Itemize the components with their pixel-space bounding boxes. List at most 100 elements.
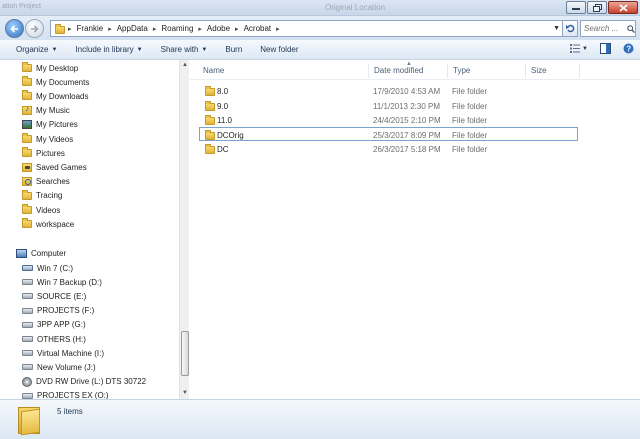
back-arrow-icon [10,24,18,33]
nav-item-label: Win 7 (C:) [37,263,73,273]
folder-icon [205,144,215,154]
sidebar-item-drive-virtual-machine-i[interactable]: Virtual Machine (I:) [22,346,104,360]
breadcrumb-separator[interactable]: ▸ [273,25,283,33]
file-type: File folder [452,116,488,125]
sidebar-item-my-documents[interactable]: My Documents [22,75,89,89]
breadcrumb-adobe[interactable]: Adobe [205,24,232,33]
breadcrumb-appdata[interactable]: AppData [115,24,150,33]
nav-item-label: My Downloads [36,91,89,101]
file-name: 9.0 [217,101,229,111]
column-divider[interactable] [368,64,369,78]
refresh-button[interactable] [563,20,578,37]
navigation-pane-scrollbar[interactable]: ▲ ▼ [179,60,189,399]
new-folder-button[interactable]: New folder [251,40,307,60]
scrollbar-thumb[interactable] [181,331,189,376]
column-divider[interactable] [447,64,448,78]
drive-icon [22,321,33,328]
nav-item-label: workspace [36,219,75,229]
nav-item-label: PROJECTS EX (O:) [37,391,109,399]
help-icon[interactable]: ? [623,43,634,54]
sidebar-item-drive-projects-ex-o[interactable]: PROJECTS EX (O:) [22,389,109,399]
include-in-library-menu[interactable]: Include in library ▼ [66,40,151,60]
scroll-up-icon[interactable]: ▲ [182,62,188,68]
nav-item-label: My Videos [36,134,74,144]
file-row-dcorig[interactable]: DCOrig 25/3/2017 8:09 PM File folder [199,126,578,141]
sidebar-item-drive-projects-f[interactable]: PROJECTS (F:) [22,304,94,318]
sidebar-item-my-downloads[interactable]: My Downloads [22,89,88,103]
computer-icon [16,248,27,258]
sidebar-item-my-videos[interactable]: My Videos [22,132,73,146]
folder-icon [22,133,32,143]
file-type: File folder [452,130,488,140]
sidebar-item-drive-others-h[interactable]: OTHERS (H:) [22,332,86,346]
sidebar-item-my-pictures[interactable]: My Pictures [22,118,78,132]
column-header-name[interactable]: Name [203,66,224,75]
sidebar-item-my-desktop[interactable]: My Desktop [22,61,78,75]
column-header-type[interactable]: Type [453,66,470,75]
title-left-text: ation Project [2,3,41,10]
scroll-down-icon[interactable]: ▼ [182,390,188,396]
breadcrumb-separator[interactable]: ▸ [105,25,115,33]
column-divider[interactable] [525,64,526,78]
sidebar-item-saved-games[interactable]: Saved Games [22,160,87,174]
sidebar-item-computer[interactable]: Computer [16,246,66,260]
maximize-button[interactable] [587,1,607,14]
file-row-dc[interactable]: DC 26/3/2017 5:18 PM File folder [199,141,578,155]
column-divider[interactable] [579,64,580,78]
sidebar-item-drive-win-7-c[interactable]: Win 7 (C:) [22,261,73,275]
search-box[interactable] [580,20,636,37]
new-folder-label: New folder [260,45,299,54]
drive-icon [22,364,33,371]
sidebar-item-drive-new-volume-j[interactable]: New Volume (J:) [22,360,96,374]
navigation-pane: My Desktop My Documents My Downloads My Mus… [0,60,180,399]
column-header-size[interactable]: Size [531,66,547,75]
address-dropdown-icon[interactable]: ▼ [553,25,560,32]
minimize-button[interactable] [566,1,586,14]
sidebar-item-drive-source-e[interactable]: SOURCE (E:) [22,289,86,303]
sidebar-item-pictures[interactable]: Pictures [22,146,65,160]
drive-icon [22,307,33,314]
sidebar-item-drive-win-7-backup-d[interactable]: Win 7 Backup (D:) [22,275,102,289]
music-folder-icon [22,104,32,116]
saved-games-icon [22,162,32,172]
breadcrumb-separator[interactable]: ▸ [232,25,242,33]
sidebar-item-videos[interactable]: Videos [22,203,60,217]
sidebar-item-tracing[interactable]: Tracing [22,189,62,203]
file-row-8-0[interactable]: 8.0 17/9/2010 4:53 AM File folder [199,83,578,97]
column-header-date-modified[interactable]: Date modified [374,66,423,75]
search-input[interactable] [581,24,627,33]
sidebar-item-drive-3pp-app-g[interactable]: 3PP APP (G:) [22,318,86,332]
title-bar: ation Project Original Location [0,0,640,16]
breadcrumb-frankie[interactable]: Frankie [75,24,106,33]
forward-button[interactable] [25,19,44,38]
change-view-button[interactable]: ▼ [570,44,588,53]
nav-item-label: Searches [36,177,70,187]
sidebar-item-drive-dvd-rw-drive-l-dts-30722[interactable]: DVD RW Drive (L:) DTS 30722 [22,375,146,389]
search-icon[interactable] [627,24,635,33]
breadcrumb-separator[interactable]: ▸ [195,25,205,33]
breadcrumb-acrobat[interactable]: Acrobat [242,24,274,33]
address-bar[interactable]: ▸ Frankie ▸ AppData ▸ Roaming ▸ Adobe ▸ … [50,20,563,37]
details-pane: 5 items [0,399,640,439]
breadcrumb-separator[interactable]: ▸ [150,25,160,33]
file-row-11-0[interactable]: 11.0 24/4/2015 2:10 PM File folder [199,112,578,126]
organize-menu[interactable]: Organize ▼ [0,40,66,60]
folder-icon [205,100,215,111]
back-button[interactable] [5,19,24,38]
sidebar-item-searches[interactable]: Searches [22,175,70,189]
breadcrumb-separator[interactable]: ▸ [65,25,75,33]
folder-icon [22,76,32,87]
close-button[interactable] [608,1,638,14]
nav-item-label: DVD RW Drive (L:) DTS 30722 [36,377,147,387]
navigation-bar: ▸ Frankie ▸ AppData ▸ Roaming ▸ Adobe ▸ … [0,16,640,40]
share-with-menu[interactable]: Share with ▼ [152,40,217,60]
nav-item-label: My Desktop [36,63,79,73]
burn-button[interactable]: Burn [216,40,251,60]
sidebar-item-my-music[interactable]: My Music [22,104,70,118]
folder-icon [22,218,32,229]
breadcrumb-roaming[interactable]: Roaming [159,24,195,33]
file-row-9-0[interactable]: 9.0 11/1/2013 2:30 PM File folder [199,98,578,112]
system-drive-icon [22,265,33,271]
preview-pane-icon[interactable] [600,43,611,54]
sidebar-item-workspace[interactable]: workspace [22,217,74,231]
